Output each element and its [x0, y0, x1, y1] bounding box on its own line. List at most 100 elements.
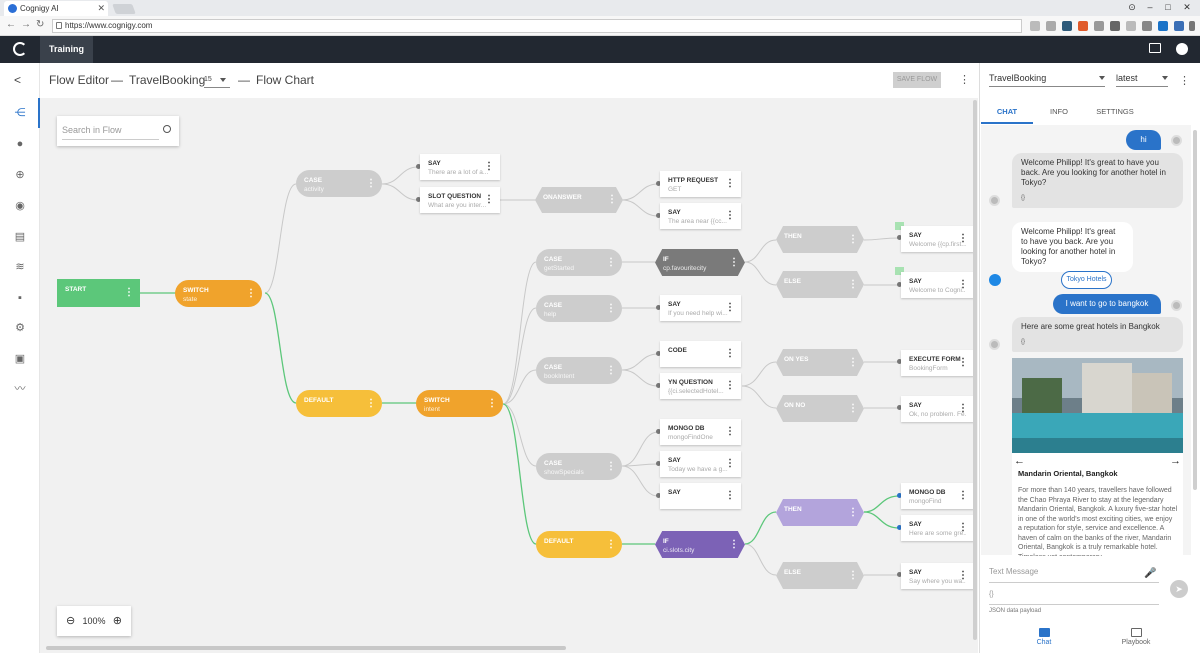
profile-icon[interactable]: ⊙: [1123, 2, 1141, 13]
text-message-input[interactable]: Text Message: [989, 567, 1159, 583]
node-then-1[interactable]: THEN ⋮: [776, 226, 864, 253]
node-on-no[interactable]: ON NO ⋮: [776, 395, 864, 422]
node-menu-icon[interactable]: ⋮: [729, 257, 739, 268]
tab-info[interactable]: INFO: [1038, 100, 1080, 124]
horizontal-scrollbar[interactable]: [46, 646, 566, 650]
node-menu-icon[interactable]: ⋮: [606, 461, 616, 472]
node-on-yes[interactable]: ON YES ⋮: [776, 349, 864, 376]
node-menu-icon[interactable]: ⋮: [958, 234, 968, 244]
bottom-tab-chat[interactable]: Chat: [1024, 628, 1064, 646]
extension-icon[interactable]: [1030, 21, 1040, 31]
node-menu-icon[interactable]: ⋮: [246, 288, 256, 299]
node-menu-icon[interactable]: ⋮: [725, 459, 735, 469]
node-case-specials[interactable]: CASE showSpecials ⋮: [536, 453, 622, 480]
node-switch-state[interactable]: SWITCH state ⋮: [175, 280, 262, 307]
node-menu-icon[interactable]: ⋮: [958, 491, 968, 501]
tab-settings[interactable]: SETTINGS: [1092, 100, 1138, 124]
node-switch-intent[interactable]: SWITCH intent ⋮: [416, 390, 503, 417]
node-say-10[interactable]: SAY Say where you wa... ⋮: [901, 563, 974, 589]
browser-menu-icon[interactable]: [1189, 21, 1195, 31]
node-say-3[interactable]: SAY Welcome {{cp.first... ⋮: [901, 226, 974, 252]
node-menu-icon[interactable]: ⋮: [958, 280, 968, 290]
node-slot-question[interactable]: SLOT QUESTION What are you inter... ⋮: [420, 187, 500, 213]
node-mongo-1[interactable]: MONGO DB mongoFindOne ⋮: [660, 419, 741, 445]
close-window-icon[interactable]: ✕: [1178, 2, 1196, 13]
node-menu-icon[interactable]: ⋮: [725, 427, 735, 437]
node-menu-icon[interactable]: ⋮: [725, 349, 735, 359]
node-if-city[interactable]: IF ci.slots.city ⋮: [655, 531, 745, 558]
node-execute-form[interactable]: EXECUTE FORM BookingForm ⋮: [901, 350, 974, 376]
quick-reply-button[interactable]: Tokyo Hotels: [1061, 271, 1112, 289]
node-code[interactable]: CODE ⋮: [660, 341, 741, 367]
zoom-out-icon[interactable]: ⊖: [66, 606, 75, 636]
node-menu-icon[interactable]: ⋮: [606, 257, 616, 268]
gallery-next-icon[interactable]: →: [1170, 455, 1181, 467]
node-say-6[interactable]: SAY Ok, no problem. Fe... ⋮: [901, 396, 974, 422]
json-payload-input[interactable]: {}: [989, 591, 1159, 605]
node-menu-icon[interactable]: ⋮: [607, 195, 617, 205]
node-case-help[interactable]: CASE help ⋮: [536, 295, 622, 322]
node-menu-icon[interactable]: ⋮: [729, 539, 739, 550]
version-select-panel[interactable]: latest: [1116, 73, 1168, 87]
node-menu-icon[interactable]: ⋮: [848, 570, 858, 581]
node-mongo-2[interactable]: MONGO DB mongoFind ⋮: [901, 483, 974, 509]
chat-toggle-icon[interactable]: [1149, 43, 1161, 53]
node-yn-question[interactable]: YN QUESTION {{ci.selectedHotel... ⋮: [660, 373, 741, 399]
node-else-2[interactable]: ELSE ⋮: [776, 562, 864, 589]
extension-icon[interactable]: [1158, 21, 1168, 31]
extension-icon[interactable]: [1062, 21, 1072, 31]
microphone-icon[interactable]: 🎤: [1144, 568, 1156, 579]
node-start[interactable]: START ⋮: [57, 279, 140, 307]
search-icon[interactable]: [163, 125, 171, 133]
extension-icon[interactable]: [1046, 21, 1056, 31]
panel-more-icon[interactable]: ⋮: [1179, 74, 1190, 87]
minimize-icon[interactable]: –: [1141, 2, 1159, 12]
extension-icon[interactable]: [1126, 21, 1136, 31]
vertical-scrollbar[interactable]: [973, 100, 977, 640]
node-menu-icon[interactable]: ⋮: [848, 507, 858, 518]
node-menu-icon[interactable]: ⋮: [958, 404, 968, 414]
node-menu-icon[interactable]: ⋮: [725, 179, 735, 189]
node-say-1[interactable]: SAY There are a lot of a... ⋮: [420, 154, 500, 180]
node-say-7[interactable]: SAY Today we have a g... ⋮: [660, 451, 741, 477]
node-menu-icon[interactable]: ⋮: [366, 178, 376, 189]
node-menu-icon[interactable]: ⋮: [487, 398, 497, 409]
zoom-in-icon[interactable]: ⊕: [113, 606, 122, 636]
node-menu-icon[interactable]: ⋮: [958, 523, 968, 533]
node-menu-icon[interactable]: ⋮: [366, 398, 376, 409]
node-say-8[interactable]: SAY ⋮: [660, 483, 741, 509]
send-button[interactable]: ➤: [1170, 580, 1188, 598]
node-menu-icon[interactable]: ⋮: [725, 211, 735, 221]
node-then-2[interactable]: THEN ⋮: [776, 499, 864, 526]
node-menu-icon[interactable]: ⋮: [958, 571, 968, 581]
extension-icon[interactable]: [1174, 21, 1184, 31]
node-default-2[interactable]: DEFAULT ⋮: [536, 531, 622, 558]
node-menu-icon[interactable]: ⋮: [606, 303, 616, 314]
node-menu-icon[interactable]: ⋮: [725, 303, 735, 313]
node-menu-icon[interactable]: ⋮: [484, 195, 494, 205]
bottom-tab-playbook[interactable]: Playbook: [1116, 628, 1156, 646]
extension-icon[interactable]: [1110, 21, 1120, 31]
node-menu-icon[interactable]: ⋮: [484, 162, 494, 172]
user-account-icon[interactable]: [1176, 43, 1188, 55]
gallery-prev-icon[interactable]: ←: [1014, 455, 1025, 467]
extension-icon[interactable]: [1142, 21, 1152, 31]
tab-chat[interactable]: CHAT: [981, 100, 1033, 124]
node-menu-icon[interactable]: ⋮: [124, 288, 134, 298]
node-say-2[interactable]: SAY The area near {{cc... ⋮: [660, 203, 741, 229]
node-menu-icon[interactable]: ⋮: [606, 365, 616, 376]
node-else-1[interactable]: ELSE ⋮: [776, 271, 864, 298]
node-menu-icon[interactable]: ⋮: [848, 403, 858, 414]
flow-select[interactable]: TravelBooking: [989, 73, 1105, 87]
node-default-1[interactable]: DEFAULT ⋮: [296, 390, 382, 417]
node-menu-icon[interactable]: ⋮: [958, 358, 968, 368]
node-case-activity[interactable]: CASE activity ⋮: [296, 170, 382, 197]
extension-icon[interactable]: [1078, 21, 1088, 31]
node-menu-icon[interactable]: ⋮: [606, 539, 616, 550]
node-case-bookintent[interactable]: CASE bookIntent ⋮: [536, 357, 622, 384]
extension-icon[interactable]: [1094, 21, 1104, 31]
node-say-5[interactable]: SAY If you need help wi... ⋮: [660, 295, 741, 321]
maximize-icon[interactable]: □: [1159, 2, 1177, 12]
chat-scrollbar[interactable]: [1193, 130, 1197, 490]
node-if-fav[interactable]: IF cp.favouritecity ⋮: [655, 249, 745, 276]
